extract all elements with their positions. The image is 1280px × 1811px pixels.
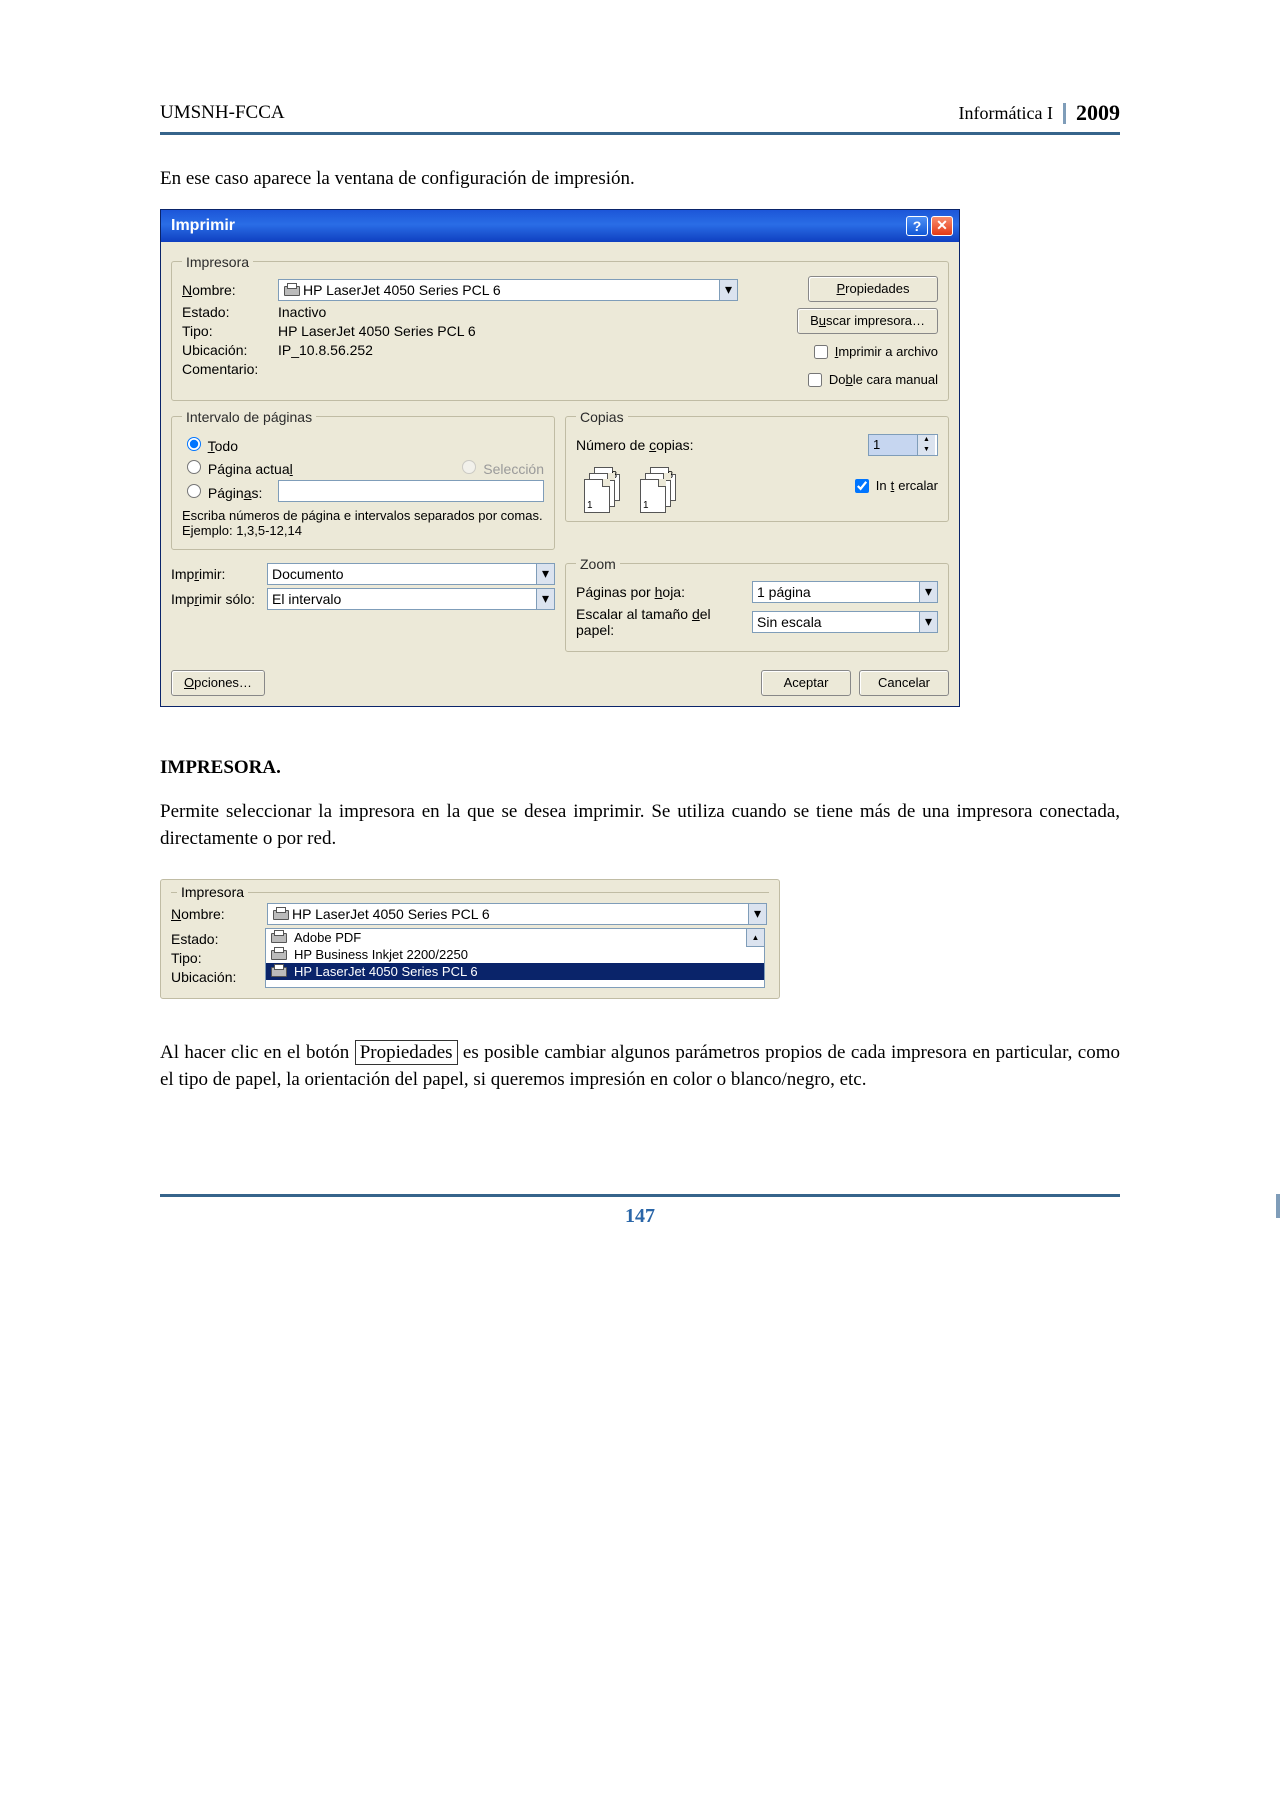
print-only-value: El intervalo (272, 591, 341, 607)
ok-button[interactable]: Aceptar (761, 670, 851, 696)
header-left: UMSNH-FCCA (160, 102, 285, 124)
intro-text: En ese caso aparece la ventana de config… (160, 165, 1120, 193)
copies-spinner[interactable]: ▲▼ (868, 434, 938, 456)
print-what-label: Imprimir: (171, 566, 261, 582)
header-year: 2009 (1076, 100, 1120, 126)
chevron-down-icon: ▾ (748, 904, 766, 924)
spinner-down-icon[interactable]: ▼ (918, 445, 935, 455)
scroll-up-icon[interactable]: ▲ (746, 929, 764, 947)
label-location: Ubicación: (182, 342, 272, 358)
label2-type: Tipo: (171, 950, 202, 966)
print-dialog: Imprimir ? ✕ Impresora Nombre: HP LaserJ… (160, 209, 960, 707)
label2-location: Ubicación: (171, 969, 236, 985)
scale-label: Escalar al tamaño del papel: (576, 606, 746, 638)
chevron-down-icon: ▾ (719, 280, 737, 300)
label2-state: Estado: (171, 931, 218, 947)
spinner-up-icon[interactable]: ▲ (918, 435, 935, 445)
properties-button[interactable]: Propiedades (808, 276, 938, 302)
label-type: Tipo: (182, 323, 272, 339)
radio-all[interactable]: Todo (182, 434, 238, 454)
options-button[interactable]: Opciones… (171, 670, 265, 696)
chevron-down-icon: ▾ (919, 612, 937, 632)
section-body: Permite seleccionar la impresora en la q… (160, 798, 1120, 853)
help-icon[interactable]: ? (906, 216, 928, 236)
printer2-select[interactable]: HP LaserJet 4050 Series PCL 6 ▾ (267, 903, 767, 925)
page-number: 147 (625, 1205, 655, 1227)
radio-selection: Selección (457, 457, 544, 477)
pages-hint: Escriba números de página e intervalos s… (182, 508, 544, 539)
page-range-group: Intervalo de páginas Todo Página actual … (171, 409, 555, 550)
label-state: Estado: (182, 304, 272, 320)
header-course: Informática I (959, 103, 1066, 124)
value-state: Inactivo (278, 304, 326, 320)
copies-group: Copias Número de copias: ▲▼ 3 (565, 409, 949, 522)
list-item-selected[interactable]: HP LaserJet 4050 Series PCL 6 (266, 963, 764, 980)
printer-icon (270, 964, 286, 978)
page-footer: 147 (160, 1194, 1120, 1228)
list-item[interactable]: Adobe PDF (266, 929, 764, 946)
list-item[interactable]: HP Business Inkjet 2200/2250 (266, 946, 764, 963)
pages-per-sheet-label: Páginas por hoja: (576, 584, 746, 600)
chevron-down-icon: ▾ (536, 589, 554, 609)
printer-dropdown-figure: Impresora Nombre: HP LaserJet 4050 Serie… (160, 879, 780, 999)
zoom-group: Zoom Páginas por hoja: 1 página ▾ Escala… (565, 556, 949, 652)
scale-select[interactable]: Sin escala ▾ (752, 611, 938, 633)
find-printer-button[interactable]: Buscar impresora… (797, 308, 938, 334)
printer2-legend: Impresora (177, 884, 248, 900)
label2-name: Nombre: (171, 906, 261, 922)
printer-name-select[interactable]: HP LaserJet 4050 Series PCL 6 ▾ (278, 279, 738, 301)
section-title: IMPRESORA. (160, 757, 1120, 779)
print-only-label: Imprimir sólo: (171, 591, 261, 607)
label-name: Nombre: (182, 282, 272, 298)
radio-pages[interactable]: Páginas: (182, 481, 272, 501)
printer-group: Impresora Nombre: HP LaserJet 4050 Serie… (171, 254, 949, 401)
print-what-select[interactable]: Documento ▾ (267, 563, 555, 585)
label-comment: Comentario: (182, 361, 272, 377)
pages-per-sheet-value: 1 página (757, 584, 811, 600)
printer-icon (283, 283, 299, 297)
printer-group-legend: Impresora (182, 254, 253, 270)
zoom-legend: Zoom (576, 556, 620, 572)
dialog-title: Imprimir (171, 217, 235, 235)
printer-dropdown-list[interactable]: ▲ Adobe PDF HP Business Inkjet 2200/2250… (265, 928, 765, 988)
print-to-file-checkbox[interactable]: Imprimir a archivo (810, 342, 938, 362)
print-only-select[interactable]: El intervalo ▾ (267, 588, 555, 610)
cancel-button[interactable]: Cancelar (859, 670, 949, 696)
copies-legend: Copias (576, 409, 628, 425)
printer-icon (272, 907, 288, 921)
copies-label: Número de copias: (576, 437, 694, 453)
collate-checkbox[interactable]: Intercalar (851, 476, 938, 496)
value-type: HP LaserJet 4050 Series PCL 6 (278, 323, 476, 339)
scale-value: Sin escala (757, 614, 822, 630)
printer2-selected: HP LaserJet 4050 Series PCL 6 (292, 906, 490, 922)
after-text: Al hacer clic en el botón Propiedades es… (160, 1039, 1120, 1094)
pages-per-sheet-select[interactable]: 1 página ▾ (752, 581, 938, 603)
printer-icon (270, 947, 286, 961)
pages-input[interactable] (278, 480, 544, 502)
value-location: IP_10.8.56.252 (278, 342, 373, 358)
close-icon[interactable]: ✕ (931, 216, 953, 236)
print-what-value: Documento (272, 566, 344, 582)
chevron-down-icon: ▾ (536, 564, 554, 584)
properties-inline: Propiedades (355, 1040, 458, 1065)
chevron-down-icon: ▾ (919, 582, 937, 602)
page-range-legend: Intervalo de páginas (182, 409, 316, 425)
printer-name-value: HP LaserJet 4050 Series PCL 6 (303, 282, 501, 298)
document-header: UMSNH-FCCA Informática I 2009 (160, 100, 1120, 135)
radio-current[interactable]: Página actual (182, 457, 293, 477)
collate-graphic: 3 2 1 3 2 1 (584, 467, 676, 511)
printer-icon (270, 930, 286, 944)
manual-duplex-checkbox[interactable]: Doble cara manual (804, 370, 938, 390)
copies-value[interactable] (869, 435, 917, 455)
dialog-titlebar: Imprimir ? ✕ (161, 210, 959, 242)
